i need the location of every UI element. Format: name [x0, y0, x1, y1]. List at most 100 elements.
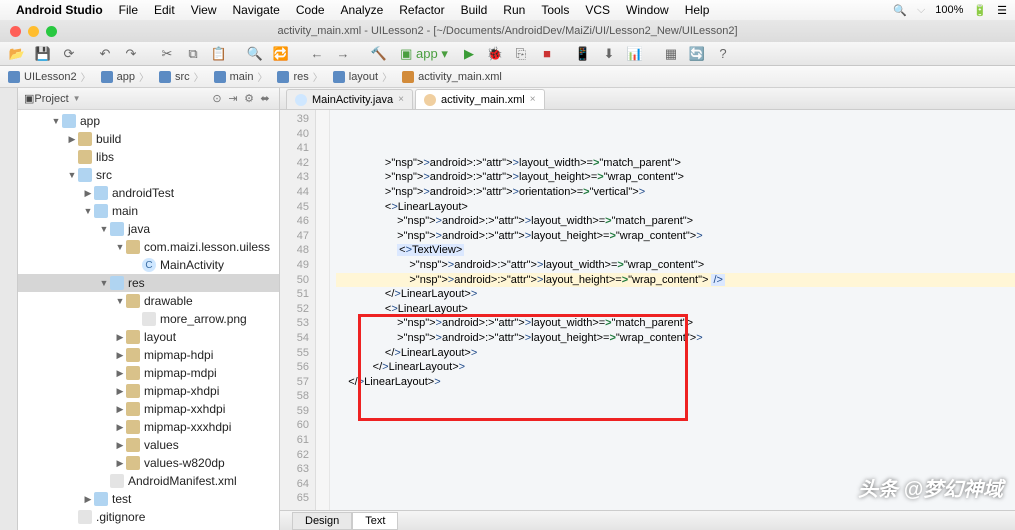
tree-disclosure-icon[interactable]: [66, 134, 78, 145]
avd-icon[interactable]: 📱: [572, 44, 594, 64]
stop-icon[interactable]: ■: [536, 44, 558, 64]
tree-node[interactable]: values-w820dp: [18, 454, 279, 472]
menu-analyze[interactable]: Analyze: [333, 3, 392, 17]
tree-node[interactable]: main: [18, 202, 279, 220]
tree-node[interactable]: drawable: [18, 292, 279, 310]
debug-icon[interactable]: 🐞: [484, 44, 506, 64]
menu-help[interactable]: Help: [677, 3, 718, 17]
tree-node[interactable]: androidTest: [18, 184, 279, 202]
menu-code[interactable]: Code: [288, 3, 333, 17]
make-icon[interactable]: 🔨: [368, 44, 390, 64]
tree-disclosure-icon[interactable]: [114, 404, 126, 415]
breadcrumb-item[interactable]: app: [97, 69, 155, 84]
tree-disclosure-icon[interactable]: [66, 170, 78, 180]
menu-window[interactable]: Window: [618, 3, 677, 17]
project-tree[interactable]: appbuildlibssrcandroidTestmainjavacom.ma…: [18, 110, 279, 530]
editor-mode-tab-text[interactable]: Text: [352, 512, 398, 530]
structure-icon[interactable]: ▦: [660, 44, 682, 64]
cut-icon[interactable]: ✂: [156, 44, 178, 64]
redo-icon[interactable]: ↷: [120, 44, 142, 64]
minimize-button[interactable]: [28, 26, 39, 37]
tree-node[interactable]: src: [18, 166, 279, 184]
zoom-button[interactable]: [46, 26, 57, 37]
tree-node[interactable]: app: [18, 112, 279, 130]
tree-disclosure-icon[interactable]: [114, 386, 126, 397]
undo-icon[interactable]: ↶: [94, 44, 116, 64]
tree-disclosure-icon[interactable]: [98, 224, 110, 234]
close-tab-icon[interactable]: ×: [398, 94, 404, 105]
menu-view[interactable]: View: [183, 3, 225, 17]
copy-icon[interactable]: ⧉: [182, 44, 204, 64]
editor-mode-tab-design[interactable]: Design: [292, 512, 352, 530]
tree-disclosure-icon[interactable]: [114, 242, 126, 252]
code-editor[interactable]: 3940414243444546474849505152535455565758…: [280, 110, 1015, 510]
collapse-all-icon[interactable]: ⇥: [225, 92, 241, 105]
menu-build[interactable]: Build: [453, 3, 496, 17]
gear-icon[interactable]: ⚙: [241, 92, 257, 105]
breadcrumb-item[interactable]: layout: [329, 69, 398, 84]
sync-icon[interactable]: 🔄: [686, 44, 708, 64]
close-button[interactable]: [10, 26, 21, 37]
tree-disclosure-icon[interactable]: [82, 206, 94, 216]
menu-run[interactable]: Run: [495, 3, 533, 17]
tree-node[interactable]: more_arrow.png: [18, 310, 279, 328]
breadcrumb-item[interactable]: activity_main.xml: [398, 71, 512, 83]
breadcrumb-item[interactable]: src: [155, 69, 210, 84]
replace-icon[interactable]: 🔁: [270, 44, 292, 64]
tree-disclosure-icon[interactable]: [114, 440, 126, 451]
editor-tab[interactable]: MainActivity.java×: [286, 89, 413, 109]
spotlight-icon[interactable]: 🔍: [893, 4, 907, 17]
editor-tab[interactable]: activity_main.xml×: [415, 89, 545, 109]
project-view-icon[interactable]: ▣: [24, 92, 34, 105]
tree-node[interactable]: res: [18, 274, 279, 292]
tree-disclosure-icon[interactable]: [114, 350, 126, 361]
tree-disclosure-icon[interactable]: [50, 116, 62, 126]
close-tab-icon[interactable]: ×: [530, 94, 536, 105]
tree-node[interactable]: mipmap-xxhdpi: [18, 400, 279, 418]
hide-icon[interactable]: ⬌: [257, 92, 273, 105]
tree-disclosure-icon[interactable]: [114, 368, 126, 379]
breadcrumb-item[interactable]: main: [210, 69, 274, 84]
project-view-selector[interactable]: Project: [34, 93, 68, 105]
tree-node[interactable]: AndroidManifest.xml: [18, 472, 279, 490]
tree-node[interactable]: mipmap-mdpi: [18, 364, 279, 382]
run-icon[interactable]: ▶: [458, 44, 480, 64]
menu-vcs[interactable]: VCS: [577, 3, 618, 17]
menu-tools[interactable]: Tools: [533, 3, 577, 17]
line-number-gutter[interactable]: 3940414243444546474849505152535455565758…: [280, 110, 316, 510]
tree-node[interactable]: test: [18, 490, 279, 508]
tree-disclosure-icon[interactable]: [82, 188, 94, 199]
find-icon[interactable]: 🔍: [244, 44, 266, 64]
tree-disclosure-icon[interactable]: [114, 296, 126, 306]
tree-node[interactable]: mipmap-hdpi: [18, 346, 279, 364]
tree-node[interactable]: build: [18, 130, 279, 148]
editor-source[interactable]: >"nsp">>android>:>"attr">>layout_width>=…: [330, 110, 1015, 510]
tree-disclosure-icon[interactable]: [114, 458, 126, 469]
fold-gutter[interactable]: [316, 110, 330, 510]
save-icon[interactable]: 💾: [32, 44, 54, 64]
ddms-icon[interactable]: 📊: [624, 44, 646, 64]
tree-node[interactable]: java: [18, 220, 279, 238]
left-tool-rail[interactable]: [0, 88, 18, 530]
menu-edit[interactable]: Edit: [146, 3, 183, 17]
tree-disclosure-icon[interactable]: [82, 494, 94, 505]
tree-node[interactable]: .gitignore: [18, 508, 279, 526]
tree-disclosure-icon[interactable]: [98, 278, 110, 288]
breadcrumb-item[interactable]: UILesson2: [4, 69, 97, 84]
menu-refactor[interactable]: Refactor: [391, 3, 452, 17]
forward-icon[interactable]: →: [332, 44, 354, 64]
chevron-down-icon[interactable]: ▼: [73, 94, 81, 103]
tree-node[interactable]: CMainActivity: [18, 256, 279, 274]
tree-node[interactable]: values: [18, 436, 279, 454]
run-config-selector[interactable]: ▣ app ▾: [394, 44, 454, 64]
tree-disclosure-icon[interactable]: [114, 332, 126, 343]
tree-node[interactable]: com.maizi.lesson.uiless: [18, 238, 279, 256]
help-icon[interactable]: ?: [712, 44, 734, 64]
breadcrumb-item[interactable]: res: [273, 69, 328, 84]
menu-file[interactable]: File: [111, 3, 146, 17]
refresh-icon[interactable]: ⟳: [58, 44, 80, 64]
open-icon[interactable]: 📂: [6, 44, 28, 64]
menu-extra-icon[interactable]: ☰: [997, 4, 1007, 17]
paste-icon[interactable]: 📋: [208, 44, 230, 64]
tree-node[interactable]: mipmap-xhdpi: [18, 382, 279, 400]
